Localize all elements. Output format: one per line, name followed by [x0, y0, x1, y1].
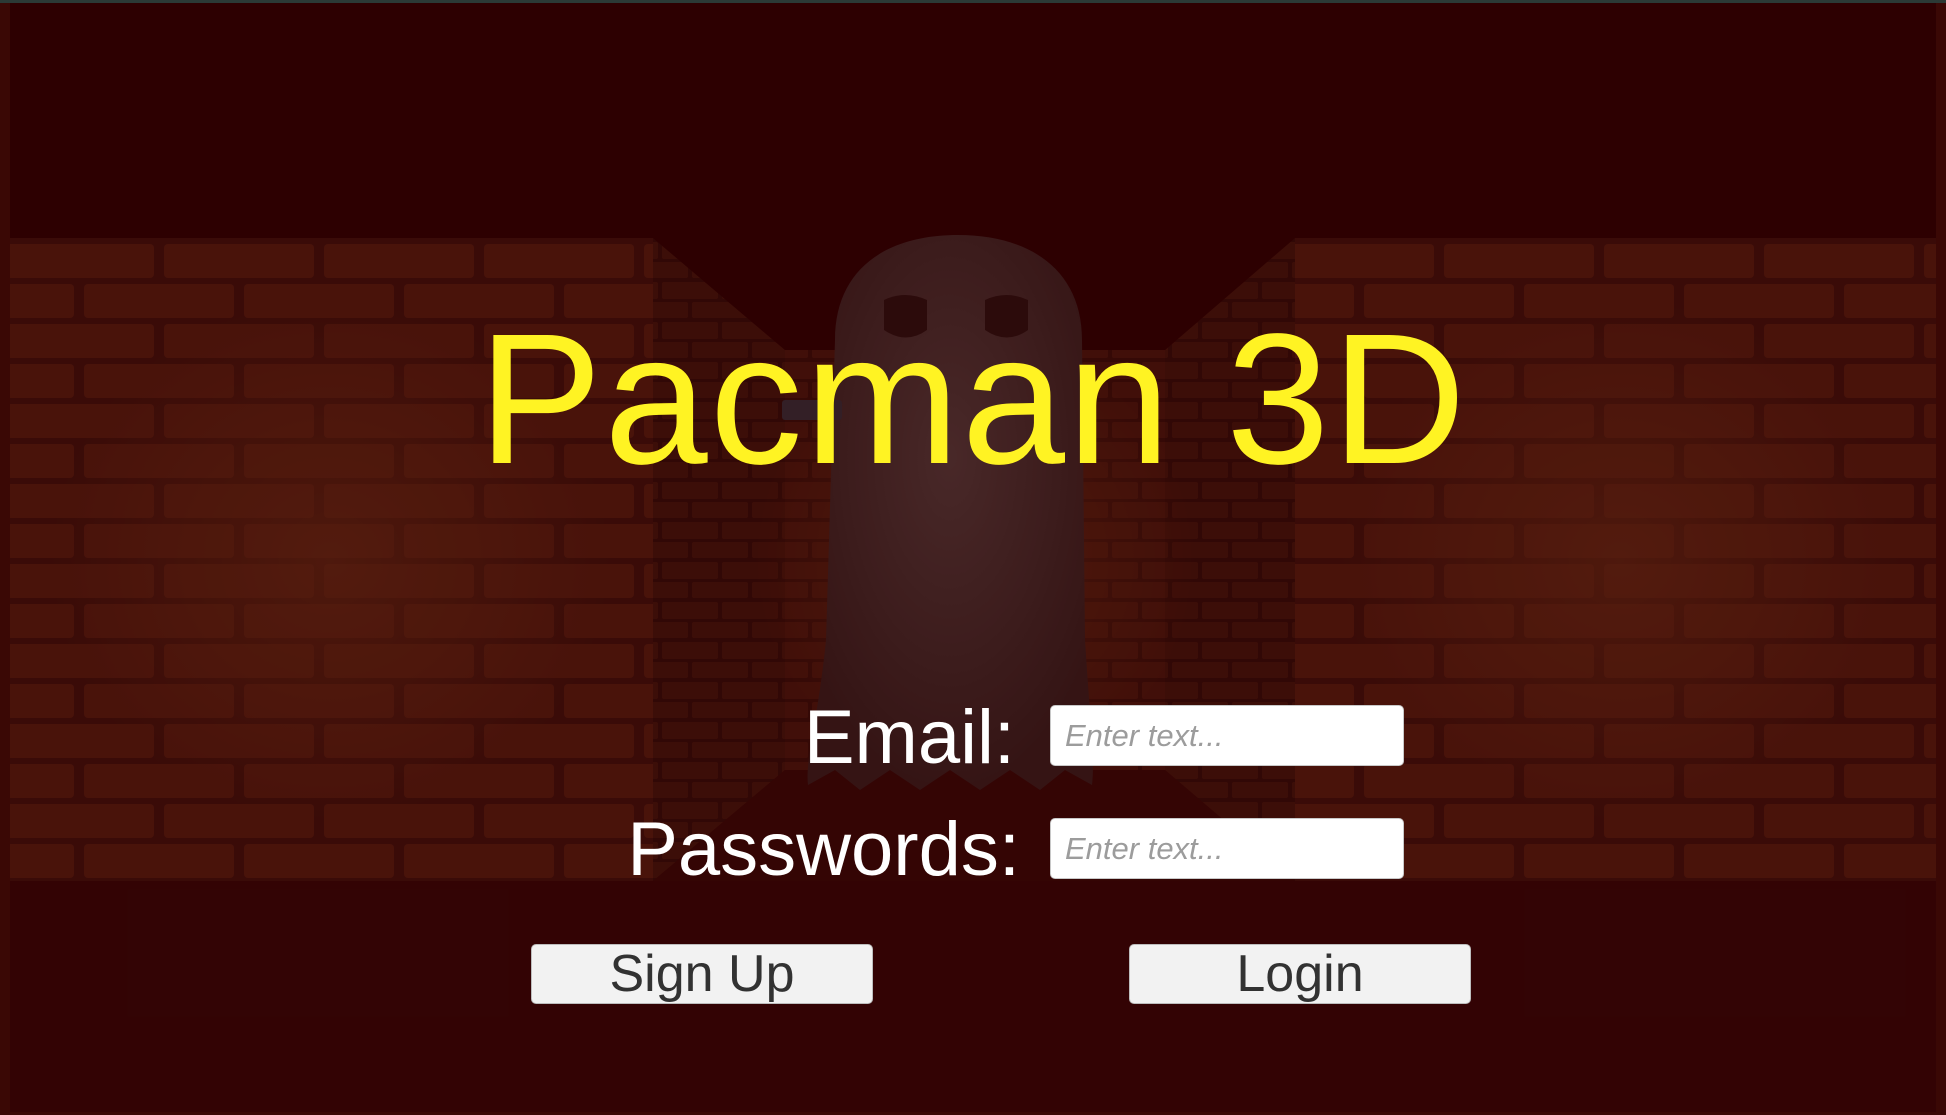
maze-background — [0, 0, 1946, 1115]
password-label: Passwords: — [627, 807, 1020, 892]
top-border — [0, 0, 1946, 3]
password-input[interactable] — [1050, 818, 1404, 879]
sign-up-button[interactable]: Sign Up — [531, 944, 873, 1004]
login-button[interactable]: Login — [1129, 944, 1471, 1004]
email-label: Email: — [803, 695, 1015, 780]
email-input[interactable] — [1050, 705, 1404, 766]
game-title: Pacman 3D — [478, 296, 1468, 503]
login-screen: Pacman 3D Email: Passwords: Sign Up Logi… — [0, 0, 1946, 1115]
